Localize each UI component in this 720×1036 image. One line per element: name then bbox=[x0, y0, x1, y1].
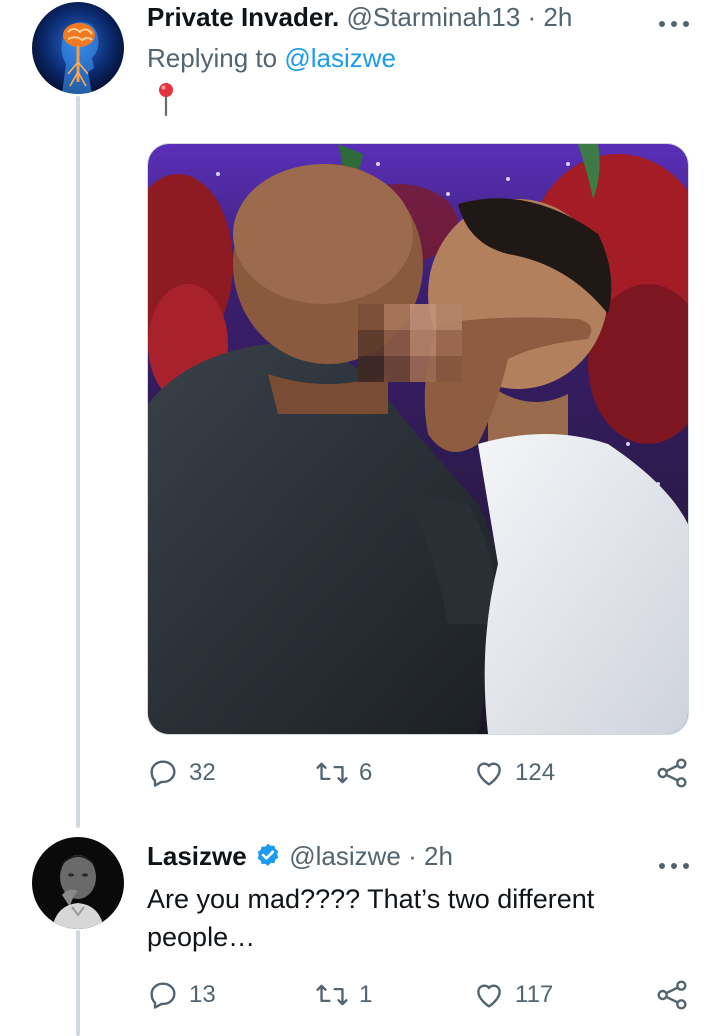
retweet-icon bbox=[316, 984, 348, 1006]
share-button[interactable] bbox=[655, 979, 689, 1011]
separator: · bbox=[408, 841, 417, 871]
like-count: 117 bbox=[515, 981, 554, 1008]
tweet-actions: 32 6 124 bbox=[147, 757, 692, 797]
share-icon bbox=[657, 980, 687, 1010]
retweet-button[interactable]: 6 bbox=[315, 757, 372, 789]
display-name[interactable]: Private Invader. bbox=[147, 2, 339, 32]
replying-to: Replying to @lasizwe bbox=[147, 43, 396, 74]
tweet-header: Private Invader. @Starminah13 · 2h bbox=[147, 1, 572, 33]
avatar-lasizwe[interactable] bbox=[32, 837, 124, 929]
tweet-text: Are you mad???? That’s two different peo… bbox=[147, 884, 595, 952]
reply-icon bbox=[150, 760, 176, 787]
like-icon bbox=[477, 762, 501, 786]
timestamp[interactable]: 2h bbox=[543, 2, 572, 32]
like-button[interactable]: 117 bbox=[473, 979, 553, 1011]
like-count: 124 bbox=[515, 759, 556, 786]
retweet-count: 1 bbox=[359, 981, 373, 1008]
tweet-actions: 13 1 117 bbox=[147, 979, 692, 1019]
round-pushpin-emoji-icon bbox=[157, 82, 175, 121]
reply-count: 32 bbox=[189, 759, 216, 786]
reply-button[interactable]: 13 bbox=[147, 979, 216, 1011]
more-icon[interactable] bbox=[658, 9, 690, 29]
replying-to-label: Replying to bbox=[147, 43, 278, 73]
share-button[interactable] bbox=[655, 757, 689, 789]
like-button[interactable]: 124 bbox=[473, 757, 555, 789]
reply-count: 13 bbox=[189, 981, 216, 1008]
verified-badge-icon bbox=[257, 843, 279, 866]
handle[interactable]: @Starminah13 bbox=[346, 2, 520, 32]
share-icon bbox=[657, 758, 687, 788]
reply-icon bbox=[150, 982, 176, 1009]
tweet-header: Lasizwe @lasizwe · 2h bbox=[147, 840, 453, 872]
more-icon[interactable] bbox=[658, 851, 690, 871]
reply-button[interactable]: 32 bbox=[147, 757, 216, 789]
thread-line-bottom bbox=[76, 930, 80, 1036]
tweet-photo[interactable] bbox=[147, 143, 689, 735]
avatar-private-invader[interactable] bbox=[32, 2, 124, 94]
like-icon bbox=[477, 984, 501, 1008]
display-name[interactable]: Lasizwe bbox=[147, 841, 247, 871]
replying-to-handle[interactable]: @lasizwe bbox=[284, 43, 396, 73]
retweet-icon bbox=[316, 762, 348, 784]
retweet-count: 6 bbox=[359, 759, 373, 786]
separator: · bbox=[527, 2, 537, 32]
handle[interactable]: @lasizwe bbox=[289, 841, 401, 871]
thread-line-top bbox=[76, 96, 80, 828]
timestamp[interactable]: 2h bbox=[424, 841, 453, 871]
retweet-button[interactable]: 1 bbox=[315, 979, 372, 1011]
